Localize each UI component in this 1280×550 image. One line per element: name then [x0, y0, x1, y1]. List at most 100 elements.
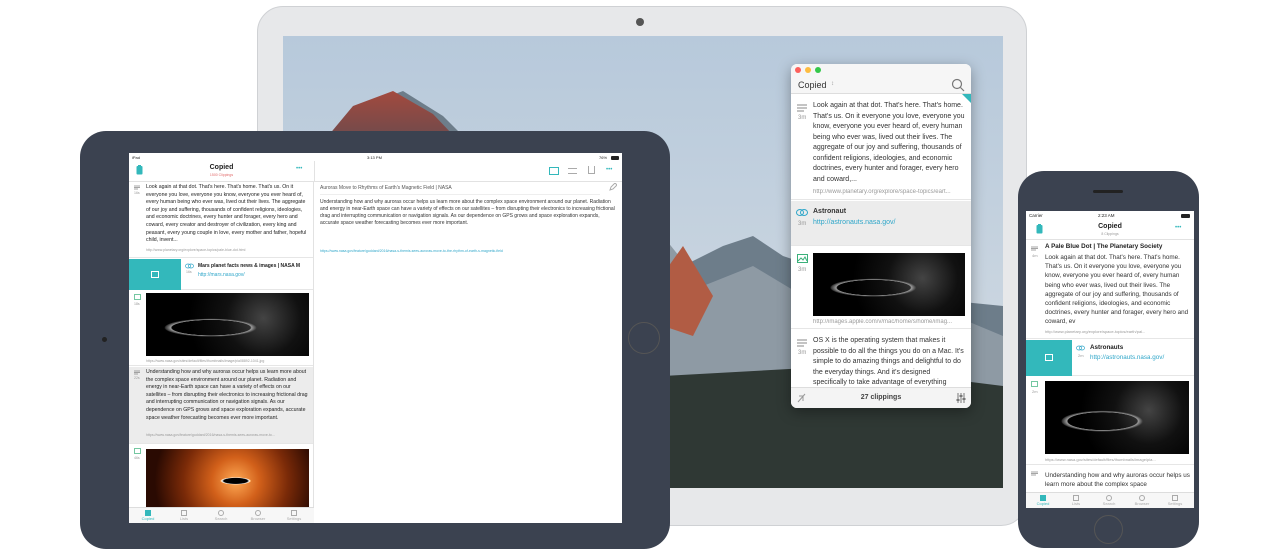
list-item[interactable]: 2m https://www.nasa.gov/sites/default/fi…: [1026, 377, 1194, 465]
saturn-image: [1045, 381, 1189, 454]
title-chevron-icon[interactable]: ↕: [831, 81, 834, 87]
more-icon[interactable]: •••: [1175, 225, 1181, 231]
clipping-text: OS X is the operating system that makes …: [813, 337, 964, 386]
clipping-time: 16s: [134, 191, 140, 195]
mac-app-window[interactable]: Copied ↕ 3m Look again at that dot. That…: [791, 64, 971, 408]
tab-label: Search: [214, 516, 228, 521]
image-clipping-icon: [797, 254, 808, 263]
clipping-item[interactable]: 3m OS X is the operating system that mak…: [791, 330, 971, 387]
tab-label: Settings: [1167, 501, 1183, 506]
clipping-url: http://www.planetary.org/explore/space-t…: [146, 248, 246, 252]
tab-settings[interactable]: Settings: [1161, 495, 1189, 506]
clipping-time: 3m: [798, 350, 807, 356]
clipping-url: https://www.nasa.gov/sites/default/files…: [1045, 457, 1156, 462]
iphone-header: Copied 8 Clippings •••: [1026, 220, 1194, 240]
iphone-home-button[interactable]: [1094, 515, 1123, 544]
ipad-status-time: 3:13 PM: [367, 155, 382, 160]
sidebar-toggle-icon[interactable]: [549, 167, 559, 175]
clipping-text: Look again at that dot. That's here. Tha…: [813, 102, 965, 183]
iphone-tab-bar: Copied Lists Search Browser Settings: [1026, 492, 1194, 508]
tab-lists[interactable]: Lists: [1062, 495, 1090, 506]
clipping-item[interactable]: 3m http://images.apple.com/v/mac/home/s/…: [791, 247, 971, 329]
settings-sliders-icon[interactable]: [956, 393, 966, 403]
ipad-clipping-list[interactable]: 16s Look again at that dot. That's here.…: [129, 182, 314, 507]
iphone-status-time: 2:23 AM: [1098, 213, 1115, 218]
list-item[interactable]: 2m Astronauts http://astronauts.nasa.gov…: [1026, 340, 1194, 376]
zoom-window-button[interactable]: [815, 67, 821, 73]
window-titlebar: Copied ↕: [791, 64, 971, 94]
black-hole-image: [146, 449, 309, 507]
share-icon[interactable]: [588, 166, 595, 174]
tab-settings[interactable]: Settings: [279, 510, 309, 521]
tab-search[interactable]: Search: [1095, 495, 1123, 506]
clipping-time: 16s: [186, 270, 192, 274]
ipad-screen: iPad 3:13 PM 76% Copied 1500 Clippings •…: [129, 153, 622, 523]
clipping-url: http://www.planetary.org/explore/space-t…: [813, 189, 951, 195]
list-item[interactable]: 16s Mars planet facts news & images | NA…: [129, 259, 313, 290]
tab-lists[interactable]: Lists: [169, 510, 199, 521]
edit-pencil-icon[interactable]: [609, 183, 617, 191]
list-item[interactable]: 18s https://www.nasa.gov/sites/default/f…: [129, 291, 313, 366]
list-icon[interactable]: [568, 168, 577, 174]
window-title[interactable]: Copied: [798, 80, 827, 90]
ipad-tab-bar: Copied Lists Search Browser Settings: [129, 507, 314, 523]
clipping-title: Astronaut: [813, 208, 847, 215]
clipping-time: 3m: [798, 115, 807, 121]
search-icon[interactable]: [951, 78, 965, 92]
list-item[interactable]: 46s: [129, 445, 313, 507]
tab-copied[interactable]: Copied: [133, 510, 163, 521]
ipad-title: Copied: [209, 164, 234, 171]
clipping-item[interactable]: 3m Astronaut http://astronauts.nasa.gov/: [791, 201, 971, 246]
clipping-item[interactable]: 3m Look again at that dot. That's here. …: [791, 95, 971, 200]
clipping-time: 3m: [798, 221, 807, 227]
clipping-title: Mars planet facts news & images | NASA M: [198, 263, 301, 269]
image-clipping-icon: [134, 294, 141, 300]
detail-text: Understanding how and why auroras occur …: [320, 199, 615, 226]
tab-copied[interactable]: Copied: [1029, 495, 1057, 506]
link-clipping-icon: [185, 263, 194, 269]
minimize-window-button[interactable]: [805, 67, 811, 73]
text-clipping-icon: [1031, 246, 1038, 251]
clipping-time: 3m: [798, 267, 807, 273]
swipe-action-button[interactable]: [1026, 340, 1072, 376]
tab-label: Browser: [1134, 501, 1150, 506]
image-clipping-icon: [1031, 381, 1038, 387]
tab-label: Copied: [1036, 501, 1050, 506]
clipping-time: 4m: [1032, 253, 1038, 258]
clipping-link[interactable]: http://astronauts.nasa.gov/: [1090, 354, 1164, 361]
image-clipping-icon: [134, 448, 141, 454]
tab-browser[interactable]: Browser: [1128, 495, 1156, 506]
swipe-action-button[interactable]: [129, 259, 181, 290]
tab-label: Copied: [141, 516, 155, 521]
clipping-text: Understanding how and why auroras occur …: [146, 369, 308, 421]
clipping-title: Astronauts: [1090, 344, 1124, 351]
text-clipping-icon: [1031, 471, 1038, 476]
tab-label: Lists: [179, 516, 189, 521]
list-item[interactable]: 4m A Pale Blue Dot | The Planetary Socie…: [1026, 241, 1194, 339]
clipping-link[interactable]: http://mars.nasa.gov/: [198, 272, 245, 278]
clipping-url: http://images.apple.com/v/mac/home/s/hom…: [813, 319, 953, 325]
clipping-time: 46s: [134, 456, 140, 460]
more-icon[interactable]: •••: [606, 167, 612, 173]
list-item[interactable]: Understanding how and why auroras occur …: [1026, 466, 1194, 492]
more-icon[interactable]: •••: [296, 166, 302, 172]
text-clipping-icon: [797, 339, 807, 347]
close-window-button[interactable]: [795, 67, 801, 73]
detail-title: Auroras Move to Rhythms of Earth's Magne…: [320, 185, 600, 195]
iphone-speaker: [1093, 190, 1123, 193]
window-footer: 27 clippings: [791, 387, 971, 408]
clipping-time: 18s: [134, 302, 140, 306]
ipad-home-button[interactable]: [628, 322, 660, 354]
detail-url[interactable]: https://www.nasa.gov/feature/goddard/201…: [320, 249, 616, 253]
battery-icon: [1181, 214, 1190, 218]
list-item[interactable]: 22s Understanding how and why auroras oc…: [129, 367, 313, 444]
tab-browser[interactable]: Browser: [243, 510, 273, 521]
saturn-image: [146, 293, 309, 356]
link-clipping-icon: [1076, 345, 1085, 351]
list-item[interactable]: 16s Look again at that dot. That's here.…: [129, 182, 313, 258]
text-clipping-icon: [134, 185, 140, 190]
tab-search[interactable]: Search: [206, 510, 236, 521]
clipping-link[interactable]: http://astronauts.nasa.gov/: [813, 219, 896, 226]
clipping-time: 22s: [134, 376, 140, 380]
saturn-image: [813, 253, 965, 316]
